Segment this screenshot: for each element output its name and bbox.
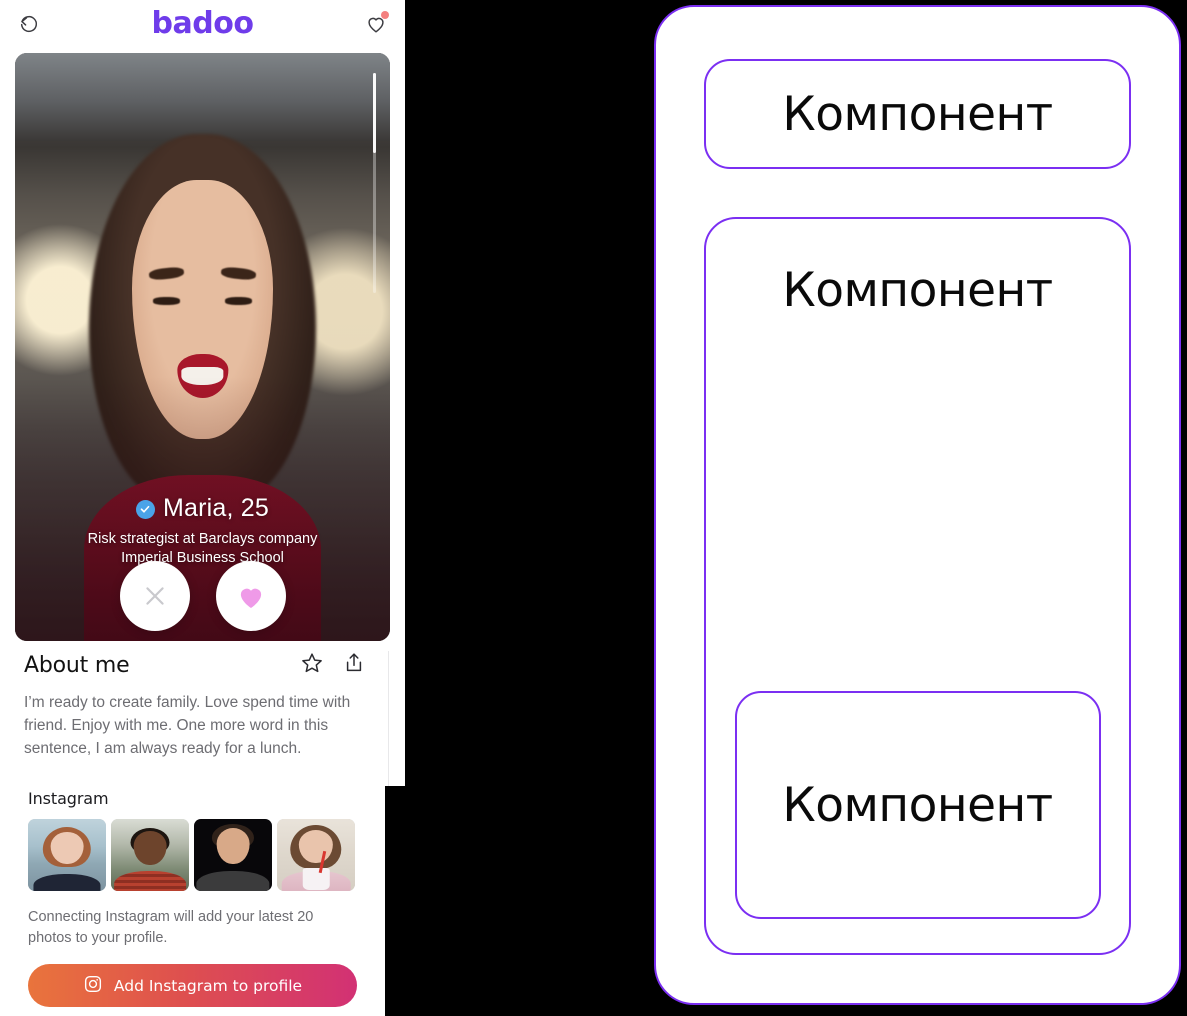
photo-scrollbar[interactable] (373, 73, 376, 293)
component-label: Компонент (782, 86, 1053, 142)
pass-button[interactable] (119, 561, 190, 631)
about-me-actions (300, 651, 366, 680)
about-me-title: About me (24, 653, 130, 678)
profile-occupation: Risk strategist at Barclays company (87, 530, 318, 547)
instagram-thumbnail[interactable] (28, 819, 106, 891)
instagram-title: Instagram (28, 789, 109, 808)
instagram-note: Connecting Instagram will add your lates… (28, 909, 314, 946)
share-upload-icon[interactable] (342, 651, 366, 680)
profile-photo[interactable]: Maria, 25 Risk strategist at Barclays co… (15, 53, 390, 641)
app-header: badoo (0, 0, 405, 47)
verified-badge-icon (135, 499, 155, 519)
instagram-section: Instagram Connecting Instagram will add … (0, 786, 385, 1008)
component-panel: Компонент Компонент Компонент (654, 5, 1181, 1005)
badoo-instagram-panel: Instagram Connecting Instagram will add … (0, 786, 385, 1016)
badoo-profile-card: badoo Maria, 25 Risk strategist at Barcl… (0, 0, 405, 786)
notification-dot (380, 10, 389, 19)
instagram-thumbnail[interactable] (277, 819, 355, 891)
add-instagram-label: Add Instagram to profile (113, 976, 303, 995)
instagram-thumbnail[interactable] (194, 819, 272, 891)
about-me-section: About me I’m ready to create family. Lov… (0, 651, 390, 760)
heart-outline-icon[interactable] (361, 9, 391, 39)
star-outline-icon[interactable] (300, 651, 324, 680)
component-box-top[interactable]: Компонент (704, 59, 1131, 169)
instagram-thumbnail[interactable] (111, 819, 189, 891)
instagram-thumbnails (28, 819, 357, 891)
badoo-logo: badoo (151, 5, 254, 41)
profile-name-age: Maria, 25 (162, 494, 269, 523)
profile-info-overlay: Maria, 25 Risk strategist at Barclays co… (15, 495, 390, 569)
component-label: Компонент (782, 777, 1053, 833)
like-button[interactable] (215, 561, 286, 631)
profile-name-row: Maria, 25 (35, 495, 370, 523)
about-me-header: About me (24, 651, 366, 680)
about-me-text: I’m ready to create family. Love spend t… (24, 694, 351, 757)
component-box-main[interactable]: Компонент Компонент (704, 217, 1131, 955)
undo-rewind-icon[interactable] (14, 9, 44, 39)
instagram-icon (83, 974, 103, 998)
component-label: Компонент (782, 263, 1053, 318)
photo-scrollbar-thumb[interactable] (373, 73, 376, 153)
component-box-nested[interactable]: Компонент (734, 691, 1101, 919)
add-instagram-button[interactable]: Add Instagram to profile (28, 964, 357, 1008)
action-buttons (15, 561, 390, 631)
